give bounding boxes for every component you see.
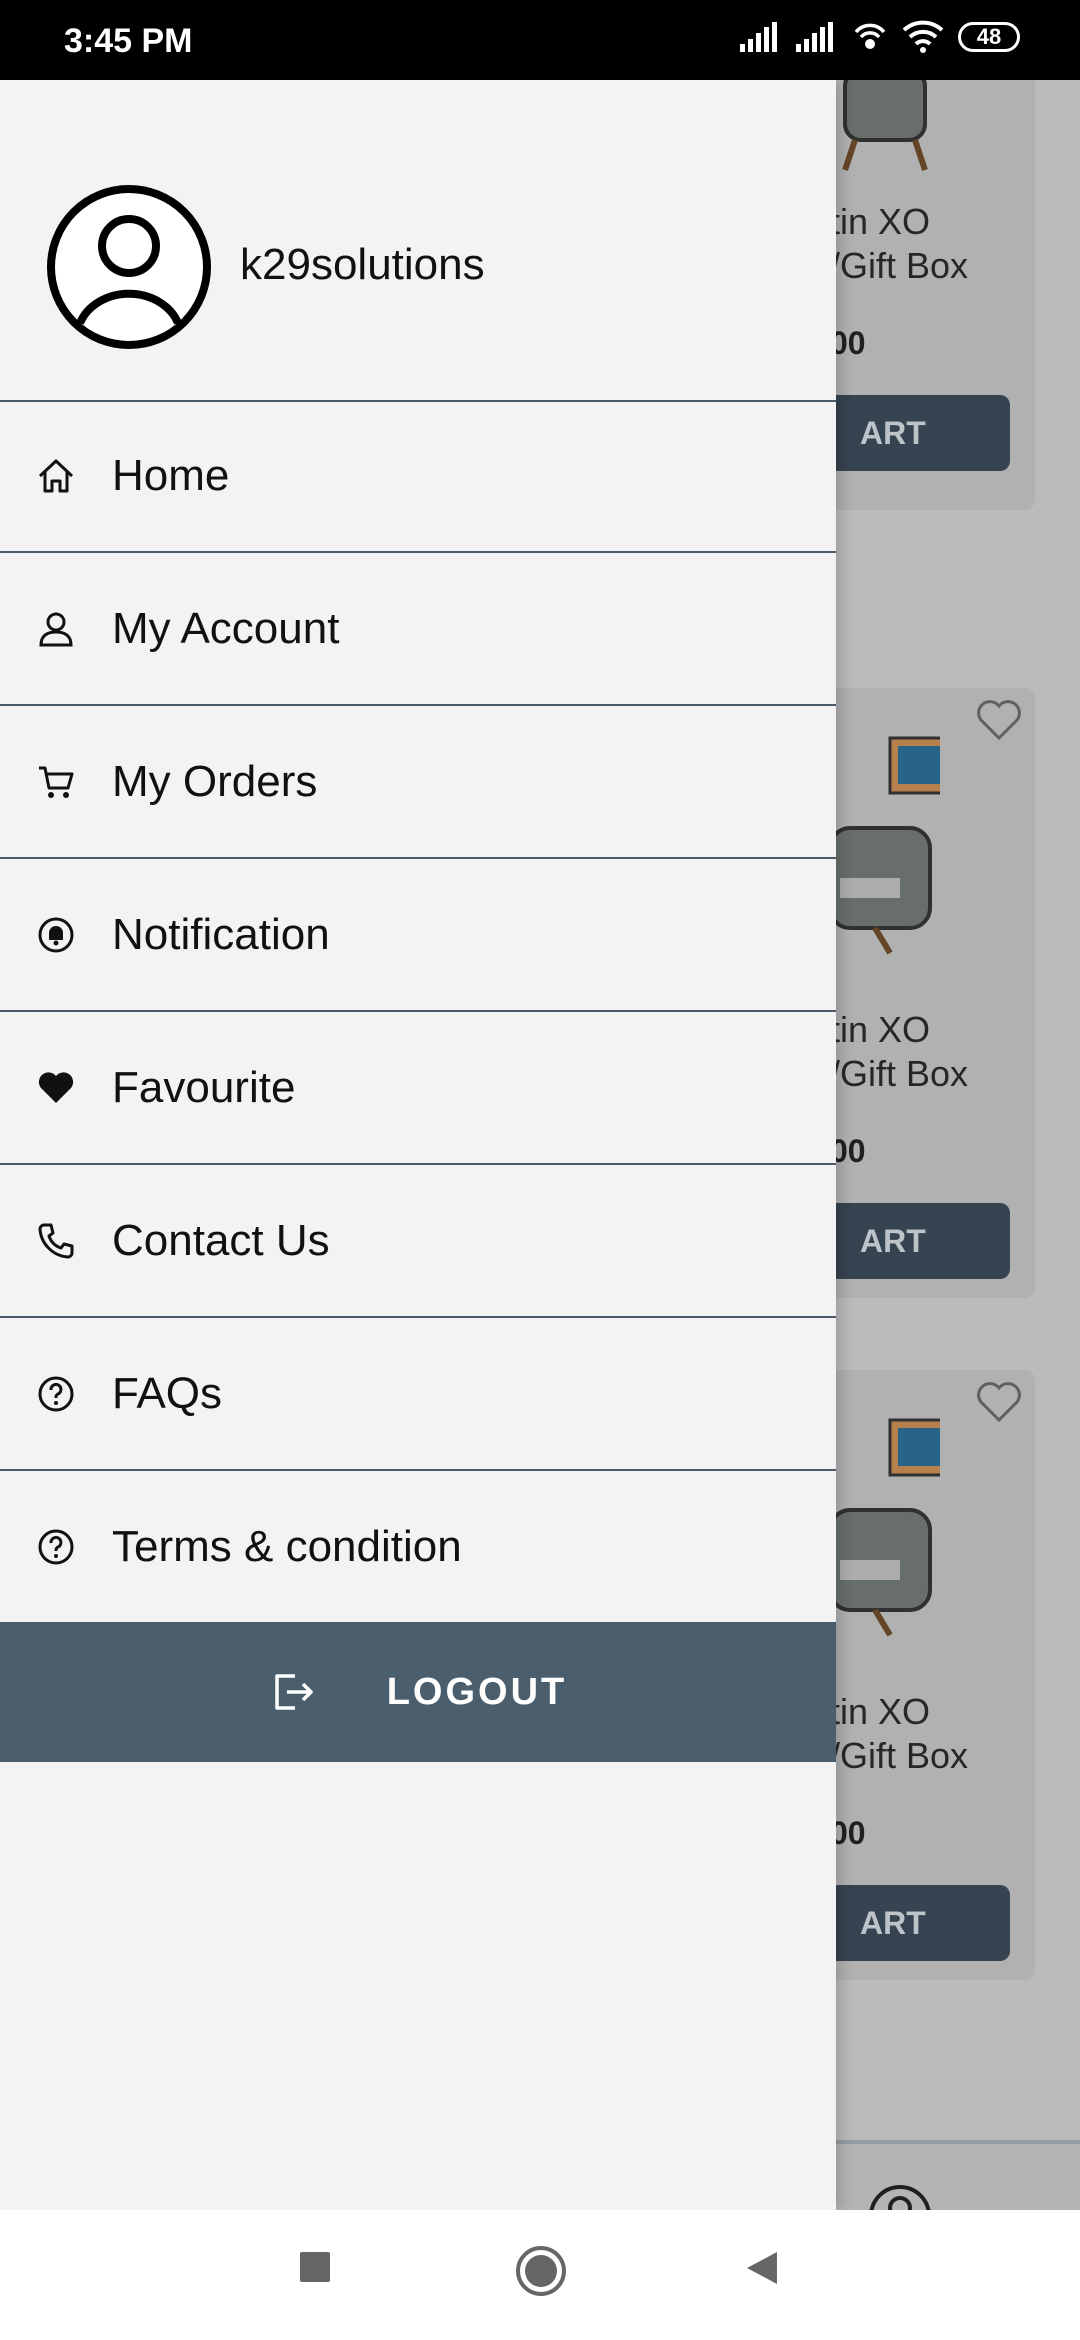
menu-item-label: Terms & condition — [112, 1521, 462, 1571]
menu-item-my-orders[interactable]: My Orders — [0, 706, 836, 859]
battery-indicator: 48 — [958, 22, 1020, 52]
status-bar: 3:45 PM 48 — [0, 0, 1080, 80]
user-icon — [0, 609, 112, 649]
menu-item-faqs[interactable]: FAQs — [0, 1318, 836, 1471]
home-icon — [0, 456, 112, 496]
status-time: 3:45 PM — [64, 22, 193, 60]
menu-item-home[interactable]: Home — [0, 400, 836, 553]
question-icon — [0, 1527, 112, 1567]
recents-icon[interactable] — [298, 2250, 332, 2284]
logout-label: LOGOUT — [386, 1670, 568, 1713]
wifi-icon — [902, 20, 944, 53]
back-icon[interactable] — [743, 2250, 779, 2286]
hotspot-icon — [854, 23, 886, 49]
menu-item-terms[interactable]: Terms & condition — [0, 1471, 836, 1624]
logout-button[interactable]: LOGOUT — [0, 1622, 836, 1762]
bell-icon — [0, 915, 112, 955]
menu-item-label: My Orders — [112, 756, 318, 806]
menu-item-favourite[interactable]: Favourite — [0, 1012, 836, 1165]
heart-icon — [0, 1068, 112, 1108]
phone-icon — [0, 1221, 112, 1261]
menu-item-notification[interactable]: Notification — [0, 859, 836, 1012]
home-button-icon[interactable] — [515, 2245, 567, 2297]
navigation-drawer: k29solutions Home My Account My Orders N… — [0, 80, 836, 2210]
username: k29solutions — [240, 240, 485, 289]
status-icons: 48 — [740, 20, 1020, 54]
signal-icon — [740, 22, 777, 52]
menu-item-label: My Account — [112, 603, 340, 653]
cart-icon — [0, 762, 112, 802]
menu-item-contact-us[interactable]: Contact Us — [0, 1165, 836, 1318]
signal-icon — [796, 22, 833, 52]
question-icon — [0, 1374, 112, 1414]
drawer-menu: Home My Account My Orders Notification F… — [0, 400, 836, 1624]
menu-item-label: Home — [112, 450, 230, 500]
system-navigation-bar — [0, 2210, 1080, 2340]
menu-item-label: Contact Us — [112, 1215, 330, 1265]
logout-icon — [274, 1674, 313, 1710]
menu-item-label: Favourite — [112, 1062, 296, 1112]
menu-item-label: FAQs — [112, 1368, 223, 1418]
drawer-header: k29solutions — [0, 80, 836, 402]
avatar-icon — [47, 185, 211, 349]
menu-item-label: Notification — [112, 909, 330, 959]
drawer-scrim[interactable] — [836, 80, 1080, 2210]
menu-item-my-account[interactable]: My Account — [0, 553, 836, 706]
